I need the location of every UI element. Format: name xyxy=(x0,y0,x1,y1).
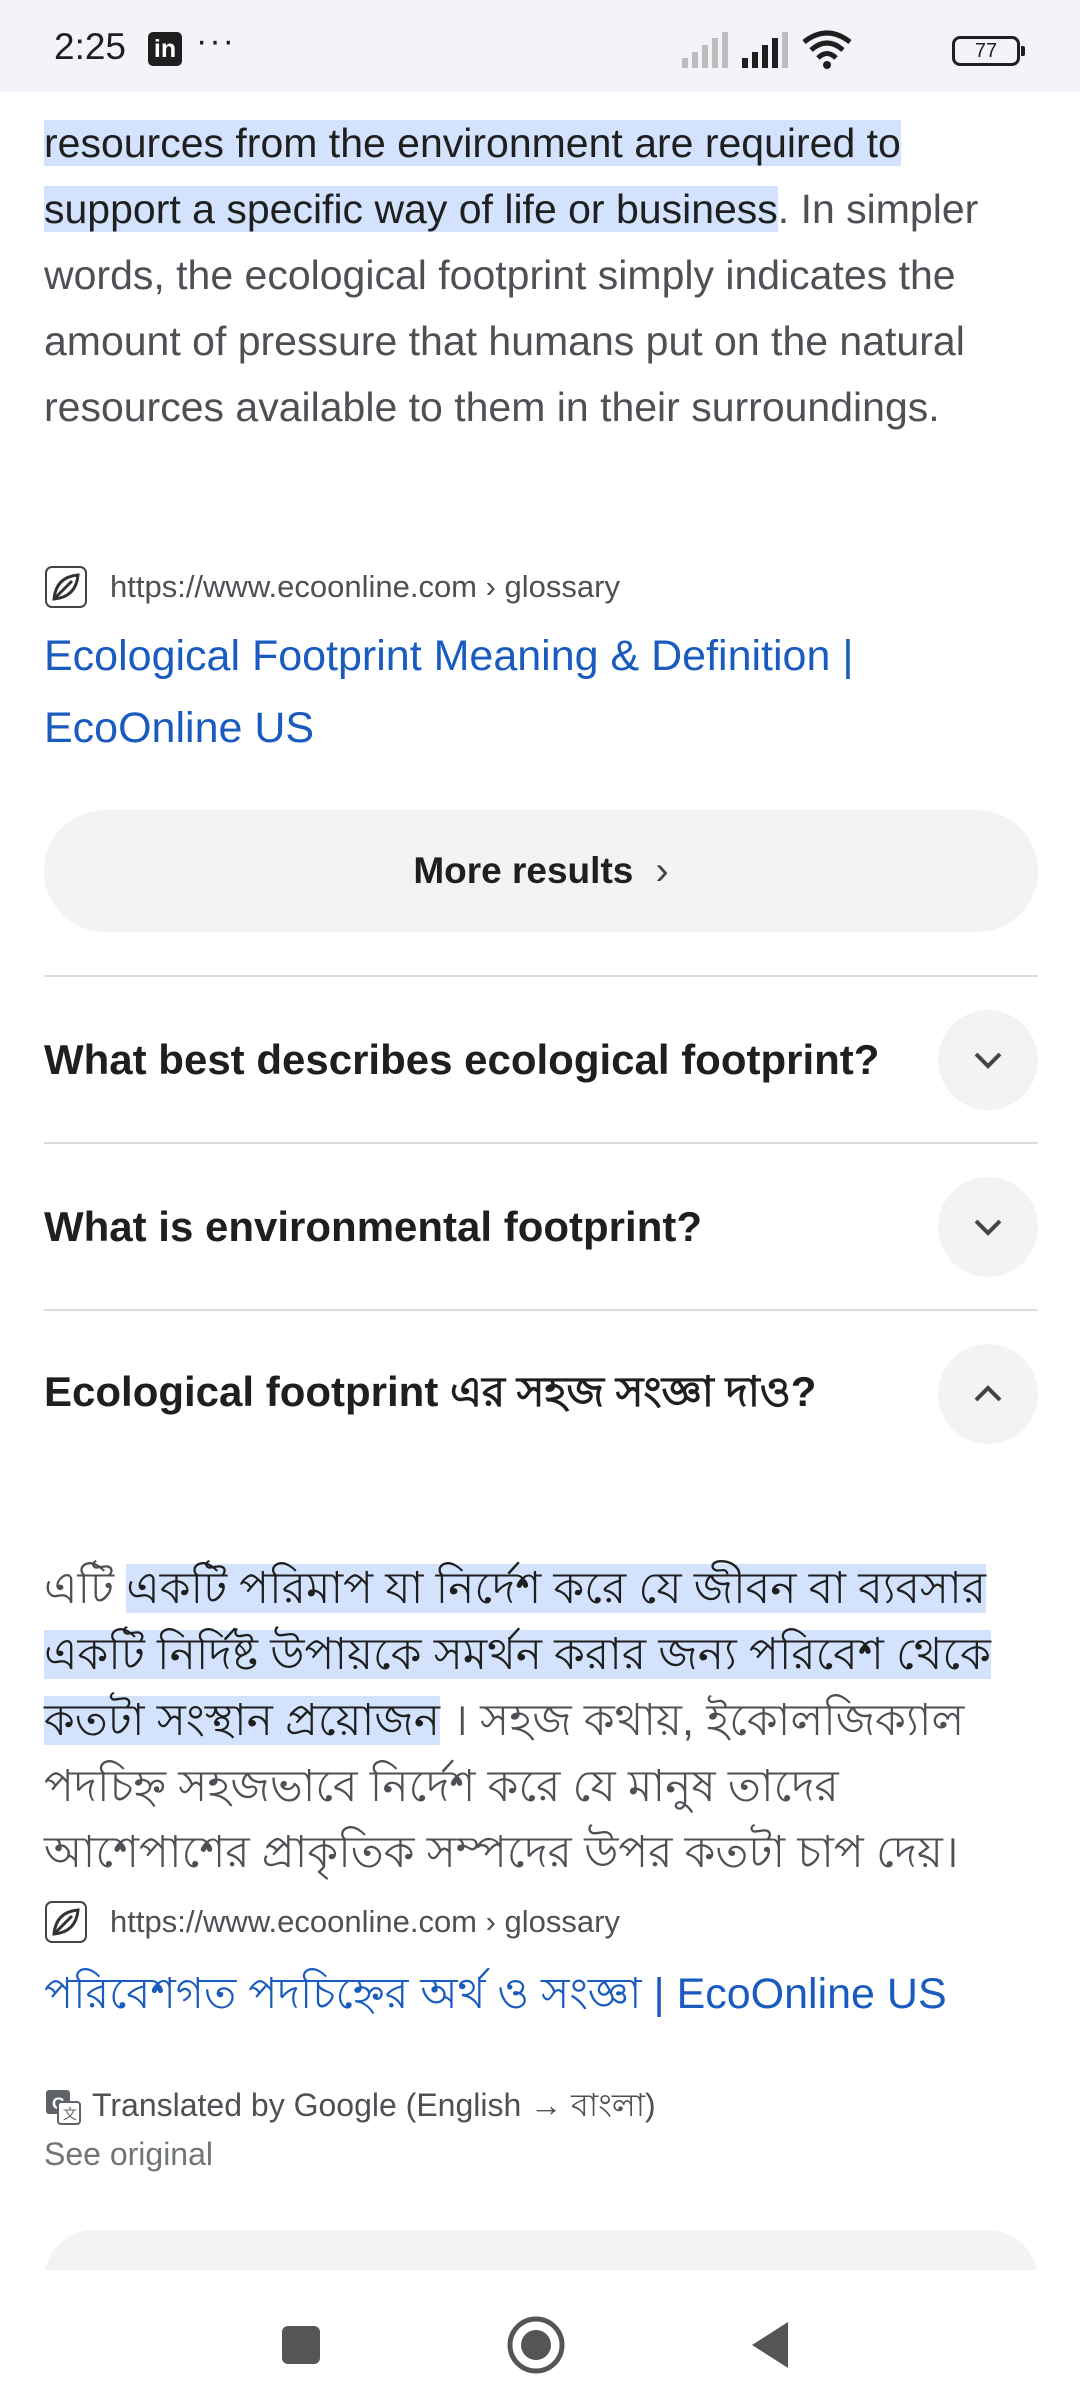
chevron-right-icon: › xyxy=(655,848,669,893)
question-text: What is environmental footprint? xyxy=(44,1203,702,1250)
answer-snippet: এটি একটি পরিমাপ যা নির্দেশ করে যে জীবন ব… xyxy=(44,1556,1038,1886)
chevron-down-icon xyxy=(974,1219,1002,1236)
more-notifications-icon: ··· xyxy=(196,22,236,60)
translated-text: Translated by Google (English → বাংলা) xyxy=(92,2087,656,2123)
status-time: 2:25 xyxy=(54,26,127,67)
battery-icon: 77 xyxy=(952,36,1025,66)
answer-prefix: এটি xyxy=(44,1564,127,1613)
see-original-link[interactable]: See original xyxy=(44,2136,213,2173)
wifi-icon xyxy=(802,30,852,69)
circle-icon[interactable] xyxy=(505,2314,567,2376)
expand-button[interactable] xyxy=(938,1177,1038,1277)
snippet-highlight: resources from the environment are requi… xyxy=(44,120,901,232)
source-url: https://www.ecoonline.com › glossary xyxy=(110,1904,620,1939)
chevron-down-icon xyxy=(974,1052,1002,1069)
answer-title-link[interactable]: পরিবেশগত পদচিহ্নের অর্থ ও সংজ্ঞা | EcoOn… xyxy=(44,1958,1038,2030)
triangle-icon[interactable] xyxy=(748,2318,792,2372)
question-text: What best describes ecological footprint… xyxy=(44,1036,880,1083)
result-title-link[interactable]: Ecological Footprint Meaning & Definitio… xyxy=(44,620,944,764)
related-question[interactable]: What is environmental footprint? xyxy=(44,1144,1038,1310)
battery-level: 77 xyxy=(974,40,998,62)
signal-icon-1 xyxy=(682,32,728,68)
signal-icon-2 xyxy=(742,32,788,68)
answer-source[interactable]: https://www.ecoonline.com › glossary xyxy=(44,1897,620,1947)
collapse-button[interactable] xyxy=(938,1344,1038,1444)
source-url: https://www.ecoonline.com › glossary xyxy=(110,569,620,604)
more-results-button[interactable]: More results › xyxy=(44,810,1038,932)
question-text: Ecological footprint এর সহজ সংজ্ঞা দাও? xyxy=(44,1367,817,1415)
related-question-expanded[interactable]: Ecological footprint এর সহজ সংজ্ঞা দাও? xyxy=(44,1311,1038,1477)
chevron-up-icon xyxy=(974,1385,1002,1402)
google-translate-icon: G 文 xyxy=(46,2090,81,2125)
linkedin-notification-icon: in xyxy=(148,32,182,66)
translated-note: G 文 Translated by Google (English → বাংল… xyxy=(44,2080,656,2134)
navigation-bar xyxy=(0,2270,1080,2400)
status-icons xyxy=(680,30,940,70)
ecoonline-leaf-icon xyxy=(45,566,87,608)
result-source[interactable]: https://www.ecoonline.com › glossary xyxy=(44,562,620,612)
ecoonline-leaf-icon xyxy=(45,1901,87,1943)
svg-text:文: 文 xyxy=(63,2106,77,2122)
more-results-label: More results xyxy=(413,850,634,891)
result-snippet: resources from the environment are requi… xyxy=(44,110,1038,440)
status-bar: 2:25 in ··· 77 xyxy=(0,0,1080,92)
square-icon[interactable] xyxy=(278,2322,324,2368)
related-question[interactable]: What best describes ecological footprint… xyxy=(44,977,1038,1143)
expand-button[interactable] xyxy=(938,1010,1038,1110)
